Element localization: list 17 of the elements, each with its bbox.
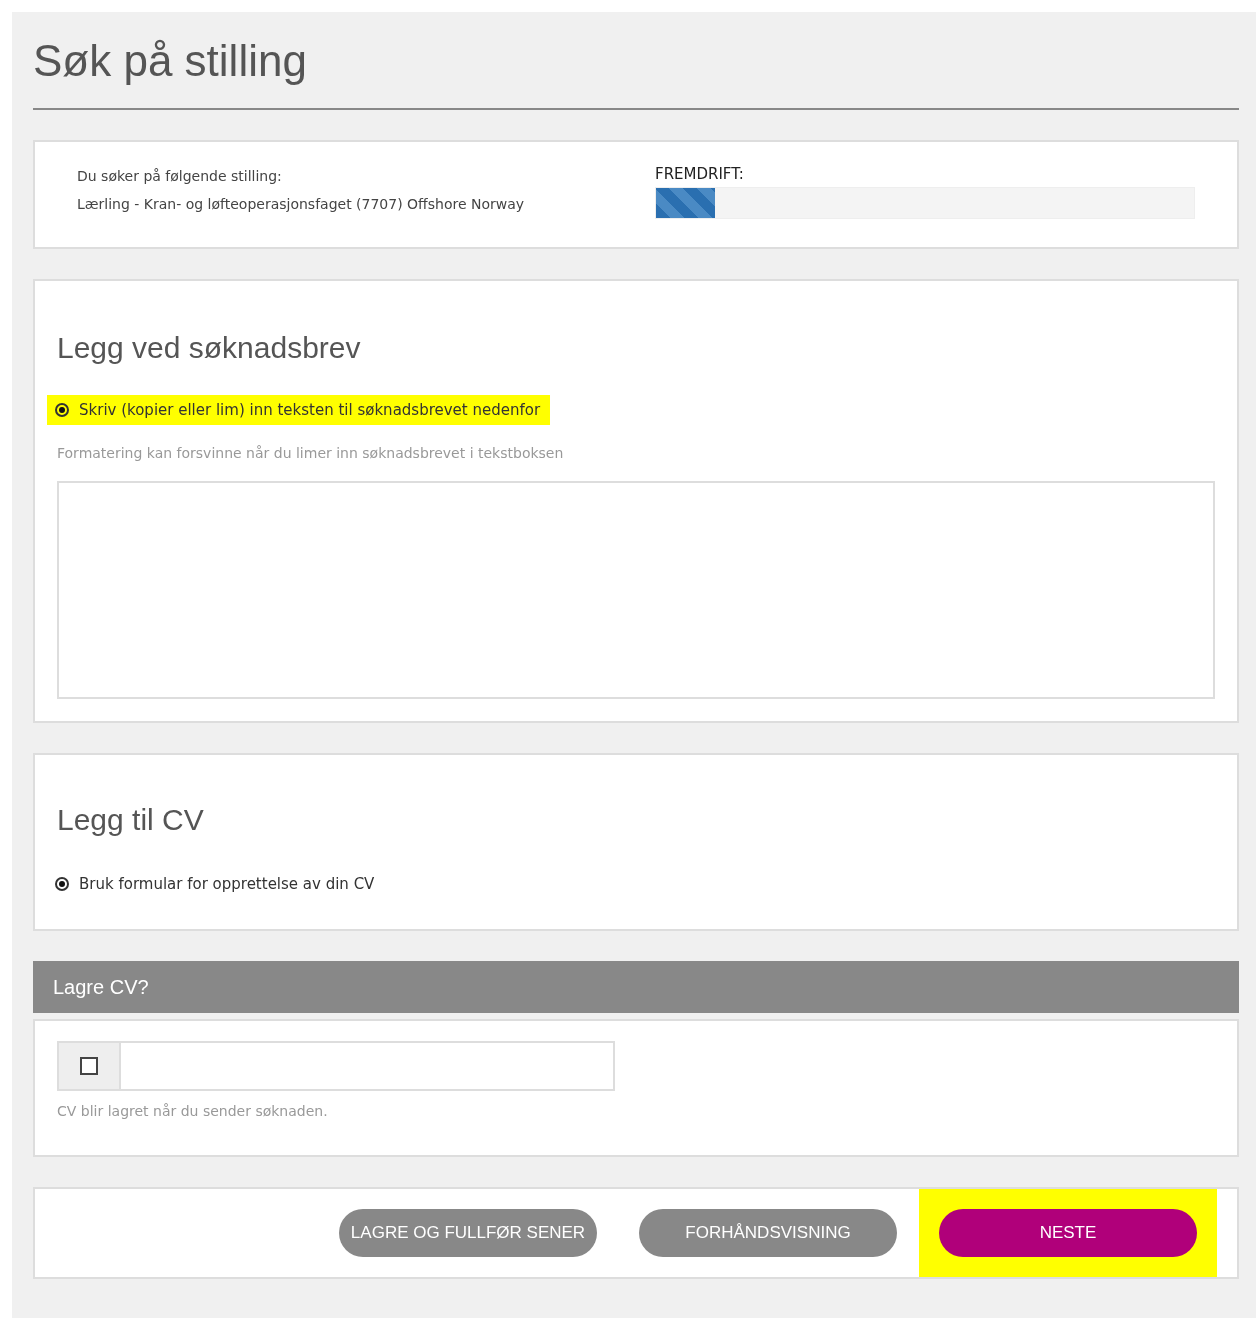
section-heading: Legg til CV — [57, 803, 205, 837]
cover-letter-field[interactable] — [57, 481, 1215, 699]
hint-text: Formatering kan forsvinne når du limer inn søknadsbrevet i tekstboksen — [57, 444, 565, 463]
checkbox[interactable] — [80, 1057, 98, 1075]
section-header-bar: Lagre CV? — [33, 961, 1239, 1013]
section-heading: Legg ved søknadsbrev — [57, 331, 362, 365]
progress-label: FREMDRIFT: — [655, 165, 745, 183]
position-label: Du søker på følgende stilling: — [77, 167, 283, 186]
highlighted-radio-option[interactable]: Skriv (kopier eller lim) inn teksten til søknadsbrevet nedenfor — [47, 395, 551, 425]
position-name: Lærling - Kran- og løfteoperasjonsfaget (7707) Offshore Norway — [77, 195, 526, 214]
save-cv-field[interactable] — [57, 1041, 615, 1091]
action-button[interactable]: FORHÅNDSVISNING — [639, 1209, 897, 1257]
next-button[interactable]: NESTE — [939, 1209, 1197, 1257]
radio-option[interactable]: Bruk formular for opprettelse av din CV — [47, 869, 385, 899]
note-text: CV blir lagret når du sender søknaden. — [57, 1102, 329, 1121]
action-button[interactable]: LAGRE OG FULLFØR SENER — [339, 1209, 597, 1257]
page-title: Søk på stilling — [33, 36, 1239, 110]
